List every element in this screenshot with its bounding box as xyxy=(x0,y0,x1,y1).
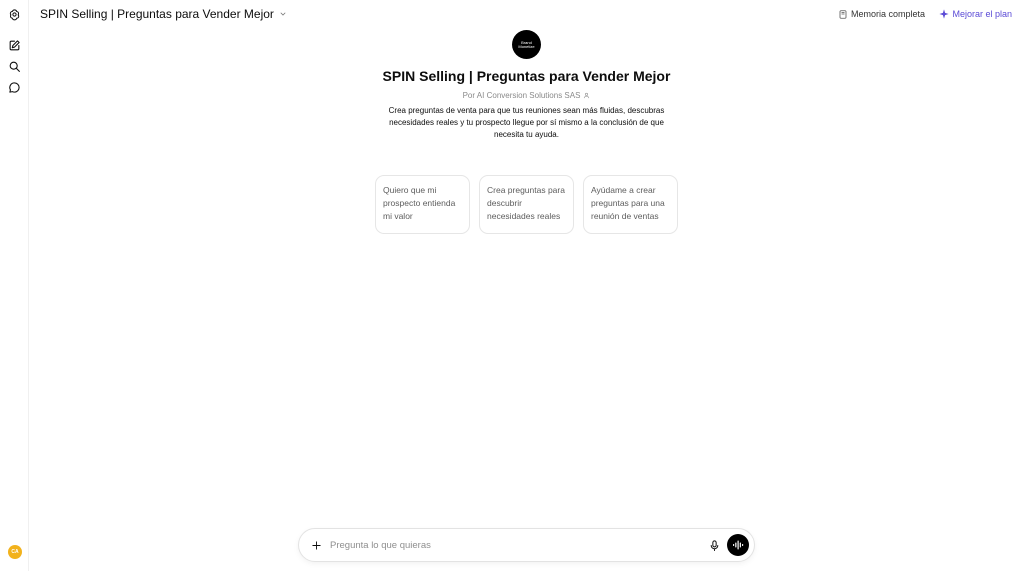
search-icon[interactable] xyxy=(6,58,23,75)
byline-text: Por AI Conversion Solutions SAS xyxy=(462,91,581,100)
person-icon xyxy=(584,92,590,99)
gpt-title-dropdown[interactable]: SPIN Selling | Preguntas para Vender Mej… xyxy=(40,7,287,21)
openai-logo-icon[interactable] xyxy=(6,6,23,23)
starter-card[interactable]: Ayúdame a crear preguntas para una reuni… xyxy=(583,175,678,234)
gpt-intro: Brand Monetize SPIN Selling | Preguntas … xyxy=(29,30,1024,141)
header-title: SPIN Selling | Preguntas para Vender Mej… xyxy=(40,7,274,21)
new-chat-icon[interactable] xyxy=(6,37,23,54)
chats-icon[interactable] xyxy=(6,79,23,96)
dictation-button[interactable] xyxy=(707,538,721,552)
gpt-byline: Por AI Conversion Solutions SAS xyxy=(463,91,591,100)
gpt-logo: Brand Monetize xyxy=(512,30,541,59)
memory-label: Memoria completa xyxy=(850,9,925,19)
gpt-description: Crea preguntas de venta para que tus reu… xyxy=(388,106,665,139)
chevron-down-icon xyxy=(280,12,286,16)
voice-mode-button[interactable] xyxy=(727,534,749,556)
gpt-name: SPIN Selling | Preguntas para Vender Mej… xyxy=(382,68,671,84)
avatar-initials: CA xyxy=(11,549,19,555)
voice-waveform-icon xyxy=(733,540,744,550)
top-bar: SPIN Selling | Preguntas para Vender Mej… xyxy=(29,0,1024,32)
upgrade-plan-button[interactable]: Mejorar el plan xyxy=(939,9,1012,19)
user-avatar[interactable]: CA xyxy=(8,545,22,559)
memory-status[interactable]: Memoria completa xyxy=(839,9,925,19)
plus-icon xyxy=(311,540,321,550)
sparkle-icon xyxy=(939,9,950,19)
conversation-starters: Quiero que mi prospecto entienda mi valo… xyxy=(375,175,678,234)
prompt-composer xyxy=(298,528,755,562)
microphone-icon xyxy=(710,539,718,551)
add-attachment-button[interactable] xyxy=(309,538,323,552)
sidebar-rail: CA xyxy=(0,0,29,571)
starter-card[interactable]: Quiero que mi prospecto entienda mi valo… xyxy=(375,175,470,234)
memory-icon xyxy=(839,9,847,19)
prompt-input[interactable] xyxy=(330,537,700,554)
logo-text: Brand Monetize xyxy=(518,39,535,49)
starter-card[interactable]: Crea preguntas para descubrir necesidade… xyxy=(479,175,574,234)
upgrade-label: Mejorar el plan xyxy=(952,9,1012,19)
